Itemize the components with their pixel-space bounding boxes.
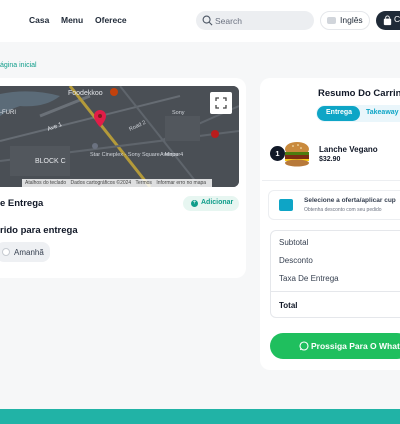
- map-canvas[interactable]: Foodekkoo -FURI Ave 1 BLOCK C Star Cinep…: [0, 86, 239, 187]
- summary-divider: [271, 291, 400, 292]
- add-address-label: Adicionar: [201, 199, 234, 206]
- price-summary: Subtotal Desconto Taxa De Entrega Total: [270, 230, 400, 318]
- delivery-time-option[interactable]: Amanhã: [0, 242, 50, 262]
- cart-button[interactable]: C: [376, 11, 400, 30]
- cart-label: C: [394, 14, 400, 24]
- cart-summary-title: Resumo Do Carrinh: [318, 88, 400, 99]
- map-label-furi: -FURI: [0, 110, 16, 116]
- map-label-block: BLOCK C: [35, 158, 66, 165]
- map-label-sony: Sony: [172, 110, 185, 116]
- map-fullscreen-button[interactable]: [210, 92, 232, 114]
- language-label: Inglês: [340, 15, 363, 25]
- map-footer-data: Dados cartográficos ©2024: [70, 180, 132, 186]
- breadcrumb-home[interactable]: ágina inicial: [0, 62, 37, 69]
- nav-link-home[interactable]: Casa: [29, 15, 49, 25]
- nav-link-menu[interactable]: Menu: [61, 15, 83, 25]
- fullscreen-icon: [215, 97, 227, 109]
- tab-delivery[interactable]: Entrega: [317, 106, 360, 121]
- discount-label: Desconto: [279, 256, 313, 265]
- map-footer-report[interactable]: Informar erro no mapa: [156, 180, 206, 186]
- search-input[interactable]: [215, 14, 307, 27]
- top-navbar: Casa Menu Oferece Inglês C: [0, 0, 400, 42]
- offer-subtitle: Obtenha desconto com seu pedido: [304, 207, 382, 213]
- delivery-section-title: e Entrega: [0, 198, 44, 209]
- map-label-foodekkoo: Foodekkoo: [68, 90, 103, 97]
- coupon-icon: [279, 199, 293, 211]
- footer-bar: [0, 409, 400, 424]
- language-button[interactable]: Inglês: [320, 11, 370, 30]
- whatsapp-checkout-label: Prossiga Para O Whats: [311, 341, 400, 351]
- radio-icon[interactable]: [2, 248, 10, 256]
- map[interactable]: Foodekkoo -FURI Ave 1 BLOCK C Star Cinep…: [0, 86, 239, 187]
- add-address-button[interactable]: + Adicionar: [183, 196, 239, 211]
- map-footer-shortcuts[interactable]: Atalhos do teclado: [25, 180, 66, 186]
- delivery-time-title: rido para entrega: [0, 225, 78, 236]
- burger-image: [285, 142, 309, 167]
- tab-delivery-label: Entrega: [326, 109, 353, 116]
- divider: [262, 180, 400, 181]
- apply-coupon-button[interactable]: Selecione a oferta/aplicar cup Obtenha d…: [268, 190, 400, 220]
- plus-icon: +: [191, 200, 198, 207]
- order-type-toggle: Entrega Takeaway: [316, 105, 400, 122]
- map-footer-terms[interactable]: Termos: [136, 180, 152, 186]
- tab-takeaway[interactable]: Takeaway: [366, 109, 399, 116]
- offer-title: Selecione a oferta/aplicar cup: [304, 197, 396, 204]
- subtotal-label: Subtotal: [279, 238, 309, 247]
- item-price: $32.90: [319, 156, 341, 163]
- delivery-fee-label: Taxa De Entrega: [279, 274, 339, 283]
- map-attribution: Atalhos do teclado Dados cartográficos ©…: [22, 179, 213, 187]
- delivery-time-label: Amanhã: [14, 248, 44, 257]
- item-name: Lanche Vegano: [319, 145, 378, 154]
- bag-icon: [383, 15, 392, 26]
- flag-icon: [327, 17, 336, 24]
- map-label-street: Avenue 4: [160, 152, 183, 158]
- total-label: Total: [279, 301, 298, 310]
- search-box[interactable]: [196, 11, 314, 30]
- nav-link-offers[interactable]: Oferece: [95, 15, 127, 25]
- search-icon: [202, 15, 213, 26]
- whatsapp-checkout-button[interactable]: Prossiga Para O Whats: [270, 333, 400, 359]
- whatsapp-icon: [299, 341, 309, 351]
